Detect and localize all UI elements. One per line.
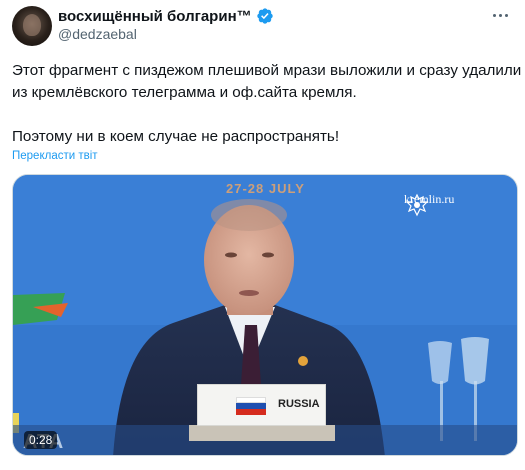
background-banner: 27-28 JULY <box>226 181 305 196</box>
tweet-text-line: Поэтому ни в коем случае не распространя… <box>12 128 340 145</box>
tweet-text-line: из кремлёвского телеграмма и оф.сайта кр… <box>12 84 357 101</box>
avatar[interactable] <box>12 6 52 46</box>
nameplate: RUSSIA <box>197 384 326 426</box>
russia-flag-icon <box>236 397 266 415</box>
translate-tweet-link[interactable]: Перекласти твіт <box>12 150 98 162</box>
author-name-row: восхищённый болгарин™ <box>58 6 274 26</box>
author-handle[interactable]: @dedzaebal <box>58 26 137 42</box>
eagle-emblem-icon <box>405 193 429 217</box>
nameplate-label: RUSSIA <box>278 398 320 410</box>
verified-badge-icon <box>256 8 273 24</box>
tweet: восхищённый болгарин™ @dedzaebal Этот фр… <box>0 0 525 470</box>
tweet-text: Этот фрагмент с пиздежом плешивой мрази … <box>12 60 522 148</box>
video-duration-badge: 0:28 <box>24 431 58 449</box>
kremlin-watermark: kremlin.ru <box>404 192 454 217</box>
author-display-name[interactable]: восхищённый болгарин™ <box>58 8 252 25</box>
more-options-icon[interactable] <box>489 8 511 22</box>
tweet-text-line: Этот фрагмент с пиздежом плешивой мрази … <box>12 62 522 79</box>
video-player[interactable]: 27-28 JULY kremlin.ru RUSSIA ATA 0:28 <box>12 174 518 456</box>
